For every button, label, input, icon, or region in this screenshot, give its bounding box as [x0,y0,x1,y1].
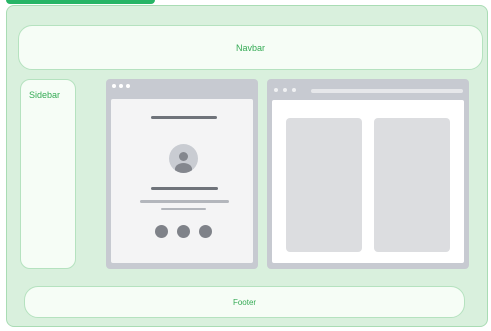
navbar-region: Navbar [18,25,483,70]
window-control-dot [126,84,130,88]
browser-window [267,79,469,269]
sidebar-region: Sidebar [20,79,76,269]
window-control-dot [119,84,123,88]
title-placeholder-bar [151,116,217,119]
action-circle [199,225,212,238]
footer-region: Footer [24,286,465,318]
address-bar [311,89,463,93]
window-control-dot [112,84,116,88]
content-panel-left [286,118,362,252]
avatar-icon [169,144,198,173]
window-controls [274,88,296,92]
window-control-dot [274,88,278,92]
content-panel-right [374,118,450,252]
profile-window [106,79,258,269]
text-placeholder-bar [161,208,206,210]
window-controls [112,84,130,88]
navbar-label: Navbar [235,42,265,53]
action-circle [177,225,190,238]
window-control-dot [283,88,287,92]
sidebar-label: Sidebar [29,90,61,100]
name-placeholder-bar [151,187,218,190]
profile-card [111,99,253,263]
browser-content [272,100,464,263]
header-tab [6,0,155,4]
footer-label: Footer [232,297,257,307]
action-circle [155,225,168,238]
window-control-dot [292,88,296,92]
text-placeholder-bar [140,200,229,203]
